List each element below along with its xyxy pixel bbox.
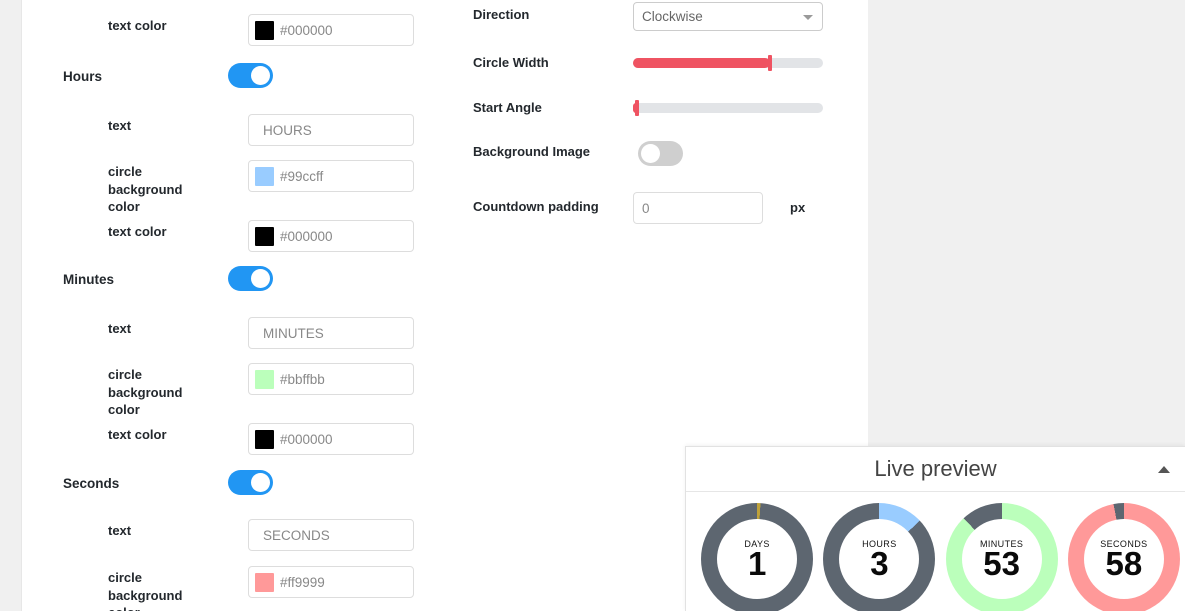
live-preview-header[interactable]: Live preview xyxy=(686,447,1185,492)
donut-center: DAYS 1 xyxy=(717,519,798,599)
color-input[interactable]: #bbffbb xyxy=(248,363,414,395)
chevron-up-icon[interactable] xyxy=(1158,466,1170,473)
field-label: text color xyxy=(108,18,167,33)
countdown-donut: SECONDS 58 xyxy=(1067,503,1180,611)
countdown-padding-input[interactable]: 0 xyxy=(633,192,763,224)
field-label: circle background color xyxy=(108,367,183,418)
color-swatch[interactable] xyxy=(255,369,274,389)
background-image-toggle[interactable] xyxy=(638,141,683,166)
color-swatch[interactable] xyxy=(255,20,274,40)
field-value: #ff9999 xyxy=(280,574,325,590)
countdown-padding-row: Countdown padding xyxy=(473,198,623,216)
unit-value: 1 xyxy=(747,544,767,582)
unit-section-label: Seconds xyxy=(63,476,120,491)
left-gutter xyxy=(0,0,21,611)
unit-value: 53 xyxy=(983,544,1020,582)
field-label: circle background color xyxy=(108,164,183,215)
circle-width-row: Circle Width xyxy=(473,54,623,72)
preview-unit: SECONDS 58 xyxy=(1063,503,1185,611)
circle-width-slider-fill xyxy=(633,58,770,68)
unit-enable-toggle[interactable] xyxy=(228,470,273,495)
start-angle-row: Start Angle xyxy=(473,99,623,117)
countdown-donut: HOURS 3 xyxy=(823,503,936,611)
start-angle-slider-handle[interactable] xyxy=(635,100,639,116)
countdown-donut: DAYS 1 xyxy=(701,503,814,611)
field-value: #99ccff xyxy=(280,168,324,184)
text-input[interactable]: MINUTES xyxy=(248,317,414,349)
circle-width-slider[interactable] xyxy=(633,55,823,71)
app-root: text color #000000 Hours text HOURS circle ba… xyxy=(0,0,1185,611)
field-value: #bbffbb xyxy=(280,371,325,387)
live-preview-panel: Live preview DAYS 1 HOURS 3 MINUTES 53 SECONDS… xyxy=(685,446,1185,611)
countdown-padding-unit: px xyxy=(790,200,806,215)
toggle-knob xyxy=(641,144,660,163)
chevron-down-icon xyxy=(803,14,813,20)
circle-width-label: Circle Width xyxy=(473,55,549,70)
field-label: text xyxy=(108,118,132,133)
color-swatch[interactable] xyxy=(255,166,274,186)
field-value: SECONDS xyxy=(263,527,330,543)
unit-enable-toggle[interactable] xyxy=(228,266,273,291)
text-input[interactable]: HOURS xyxy=(248,114,414,146)
unit-enable-toggle[interactable] xyxy=(228,63,273,88)
field-value: HOURS xyxy=(263,122,312,138)
countdown-padding-value: 0 xyxy=(642,200,650,216)
preview-unit: HOURS 3 xyxy=(818,503,940,611)
countdown-padding-label: Countdown padding xyxy=(473,199,599,214)
color-input[interactable]: #000000 xyxy=(248,14,414,46)
preview-unit: MINUTES 53 xyxy=(941,503,1063,611)
preview-unit: DAYS 1 xyxy=(696,503,818,611)
circle-width-slider-handle[interactable] xyxy=(767,55,772,71)
field-label: circle background color xyxy=(108,570,183,611)
color-swatch[interactable] xyxy=(255,429,274,449)
direction-select-value: Clockwise xyxy=(642,9,703,24)
start-angle-label: Start Angle xyxy=(473,100,542,115)
toggle-knob xyxy=(251,66,270,85)
live-preview-body: DAYS 1 HOURS 3 MINUTES 53 SECONDS 58 xyxy=(686,492,1185,611)
toggle-knob xyxy=(251,269,270,288)
background-image-row: Background Image xyxy=(473,143,623,161)
text-input[interactable]: SECONDS xyxy=(248,519,414,551)
color-swatch[interactable] xyxy=(255,572,274,592)
unit-value: 3 xyxy=(870,544,889,582)
toggle-knob xyxy=(251,473,270,492)
color-swatch[interactable] xyxy=(255,226,274,246)
field-value: MINUTES xyxy=(263,325,324,341)
field-label: text color xyxy=(108,427,167,442)
live-preview-title: Live preview xyxy=(874,456,997,481)
field-label: text color xyxy=(108,224,167,239)
direction-row: Direction xyxy=(473,6,623,24)
color-input[interactable]: #000000 xyxy=(248,220,414,252)
color-input[interactable]: #ff9999 xyxy=(248,566,414,598)
field-label: text xyxy=(108,523,132,538)
background-image-label: Background Image xyxy=(473,144,591,159)
field-value: #000000 xyxy=(280,431,333,447)
color-input[interactable]: #000000 xyxy=(248,423,414,455)
direction-select[interactable]: Clockwise xyxy=(633,2,823,31)
color-input[interactable]: #99ccff xyxy=(248,160,414,192)
field-value: #000000 xyxy=(280,22,333,38)
donut-center: HOURS 3 xyxy=(839,519,920,599)
donut-center: MINUTES 53 xyxy=(961,519,1042,599)
unit-section-label: Minutes xyxy=(63,272,115,287)
unit-value: 58 xyxy=(1105,544,1143,582)
unit-section-label: Hours xyxy=(63,69,103,84)
field-value: #000000 xyxy=(280,228,333,244)
countdown-donut: MINUTES 53 xyxy=(945,503,1058,611)
field-label: text xyxy=(108,321,132,336)
start-angle-slider[interactable] xyxy=(633,100,823,116)
direction-label: Direction xyxy=(473,7,530,22)
donut-center: SECONDS 58 xyxy=(1083,519,1164,599)
